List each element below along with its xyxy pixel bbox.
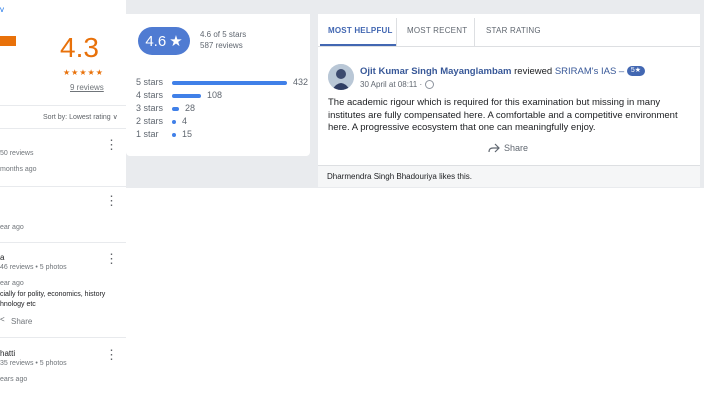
review-text-line: hnology etc (0, 301, 36, 308)
author-name[interactable]: Ojit Kumar Singh Mayanglambam (360, 66, 512, 77)
rating-bar-fill (172, 133, 176, 137)
reviewer-name[interactable]: a (0, 253, 4, 262)
rating-bar-row: 3 stars 28 (136, 103, 312, 115)
rating-of-five: 4.6 of 5 stars (200, 30, 247, 39)
rating-summary-card: 4.6 ★ 4.6 of 5 stars 587 reviews 5 stars… (126, 14, 310, 156)
divider (0, 337, 126, 338)
share-button[interactable]: Share (488, 143, 528, 153)
rating-bar-row: 2 stars 4 (136, 116, 312, 128)
review-text: The academic rigour which is required fo… (328, 97, 678, 133)
review-meta: 35 reviews • 5 photos (0, 360, 67, 367)
rating-badge-value: 4.6 (145, 32, 167, 50)
rating-bar-fill (172, 81, 287, 85)
star-icon: ★ (169, 33, 183, 50)
divider (0, 128, 126, 129)
review-time: ears ago (0, 376, 28, 383)
rating-bar-fill (172, 107, 179, 111)
google-review-count-link[interactable]: 9 reviews (70, 83, 104, 92)
more-options-icon[interactable]: ⋮ (105, 194, 118, 207)
more-options-icon[interactable]: ⋮ (105, 252, 118, 265)
tab-most-recent[interactable]: MOST RECENT (407, 26, 467, 35)
google-stars: ★★★★★ (63, 68, 104, 77)
tab-separator (474, 18, 475, 46)
more-options-icon[interactable]: ⋮ (105, 348, 118, 361)
avatar[interactable] (328, 64, 354, 90)
rating-bar-count: 108 (207, 90, 223, 100)
tab-separator (396, 18, 397, 46)
rating-bar-stub (0, 36, 16, 46)
rating-badge: 4.6 ★ (138, 27, 190, 55)
rating-bar-fill (172, 94, 201, 98)
share-icon[interactable]: < (0, 315, 5, 324)
rating-bar-count: 15 (182, 129, 193, 139)
tab-star-rating[interactable]: STAR RATING (486, 26, 541, 35)
divider (0, 105, 126, 106)
divider (0, 186, 126, 187)
action-text: reviewed (514, 66, 553, 77)
sort-dropdown[interactable]: Sort by: Lowest rating ∨ (43, 113, 118, 121)
likes-text[interactable]: Dharmendra Singh Bhadouriya likes this. (327, 172, 472, 181)
post-date[interactable]: 30 April at 08:11 · (360, 80, 435, 90)
rating-bar-label: 5 stars (136, 77, 164, 87)
rating-bar-label: 2 stars (136, 116, 164, 126)
rating-bar-count: 28 (185, 103, 196, 113)
review-text-line: cially for polity, economics, history (0, 291, 106, 298)
review-time: ear ago (0, 280, 24, 287)
divider (0, 242, 126, 243)
reviews-card: MOST HELPFUL MOST RECENT STAR RATING Oji… (318, 14, 700, 187)
review-time: ear ago (0, 224, 24, 231)
back-link[interactable]: v (0, 5, 4, 14)
share-button[interactable]: Share (11, 317, 32, 326)
share-label: Share (504, 143, 529, 153)
rating-bar-label: 1 star (136, 129, 159, 139)
rating-bar-row: 4 stars 108 (136, 90, 312, 102)
page-name[interactable]: SRIRAM's IAS – (555, 66, 624, 77)
rating-bar-fill (172, 120, 176, 124)
review-meta: 50 reviews (0, 150, 34, 157)
google-reviews-panel: v 4.3 ★★★★★ 9 reviews Sort by: Lowest ra… (0, 0, 126, 400)
review-time: months ago (0, 166, 37, 173)
rating-bar-row: 1 star 15 (136, 129, 312, 141)
rating-bar-label: 4 stars (136, 90, 164, 100)
share-arrow-icon (488, 143, 500, 153)
tab-most-helpful[interactable]: MOST HELPFUL (328, 26, 393, 35)
tab-divider (318, 46, 700, 47)
more-options-icon[interactable]: ⋮ (105, 138, 118, 151)
post-header: Ojit Kumar Singh Mayanglambam reviewed S… (360, 66, 646, 77)
google-rating-value: 4.3 (60, 32, 99, 63)
likes-bar: Dharmendra Singh Bhadouriya likes this. (318, 165, 700, 187)
globe-icon (425, 80, 435, 90)
post-date-text: 30 April at 08:11 · (360, 80, 423, 89)
rating-bar-count: 4 (182, 116, 188, 126)
rating-pill: 5★ (626, 66, 646, 77)
review-meta: 46 reviews • 5 photos (0, 264, 67, 271)
rating-bar-label: 3 stars (136, 103, 164, 113)
rating-bar-count: 432 (293, 77, 309, 87)
review-total: 587 reviews (200, 41, 243, 50)
rating-bar-row: 5 stars 432 (136, 77, 312, 89)
reviewer-name[interactable]: hatti (0, 349, 15, 358)
